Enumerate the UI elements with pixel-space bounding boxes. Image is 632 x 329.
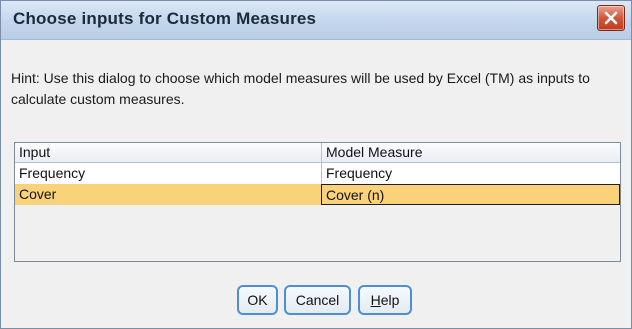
- help-label-rest: elp: [380, 292, 400, 308]
- close-button[interactable]: [597, 5, 625, 31]
- button-bar: OK Cancel Help: [1, 285, 631, 319]
- ok-button[interactable]: OK: [237, 285, 278, 315]
- input-cell: Frequency: [19, 165, 86, 181]
- table-row-selected[interactable]: Cover Cover (n): [15, 184, 620, 205]
- table-header: Input Model Measure: [15, 143, 620, 163]
- hint-text: Hint: Use this dialog to choose which mo…: [11, 70, 590, 107]
- column-header-input[interactable]: Input: [15, 143, 321, 162]
- title-bar[interactable]: Choose inputs for Custom Measures: [1, 1, 631, 40]
- model-measure-cell[interactable]: Cover (n): [321, 184, 620, 205]
- close-icon: [604, 11, 618, 25]
- help-mnemonic: H: [370, 292, 381, 308]
- inputs-table: Input Model Measure Frequency Frequency …: [14, 142, 621, 262]
- custom-measures-dialog: Choose inputs for Custom Measures Hint: …: [0, 0, 632, 329]
- table-row[interactable]: Frequency Frequency: [15, 163, 620, 185]
- dialog-title: Choose inputs for Custom Measures: [13, 9, 317, 28]
- cancel-button[interactable]: Cancel: [284, 285, 351, 315]
- column-header-model-measure[interactable]: Model Measure: [321, 143, 620, 162]
- help-button[interactable]: Help: [358, 285, 412, 315]
- input-cell: Cover: [19, 186, 57, 202]
- model-measure-cell[interactable]: Frequency: [321, 163, 620, 184]
